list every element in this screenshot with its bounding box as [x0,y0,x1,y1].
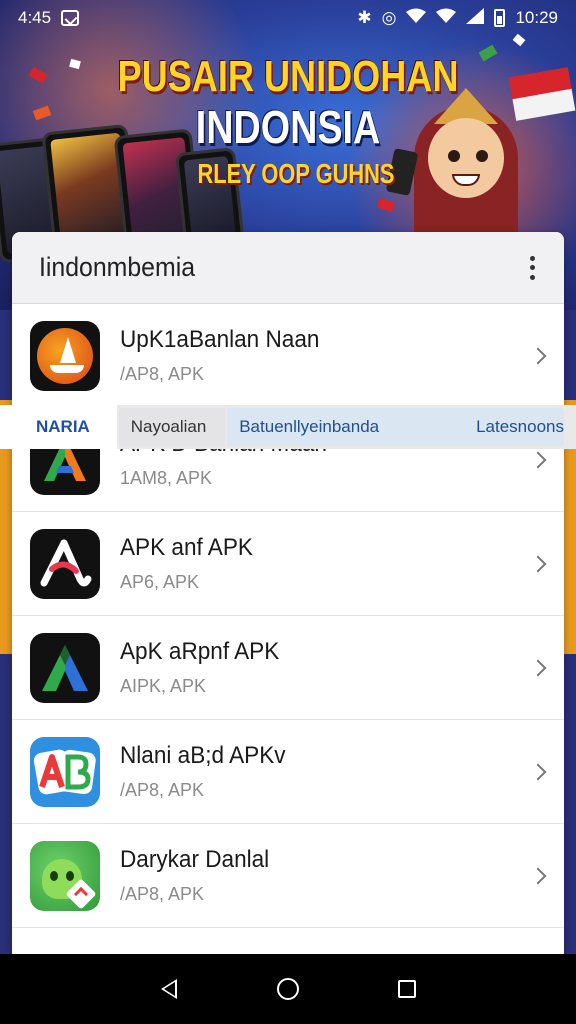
wifi-icon [436,8,457,29]
app-list-card: Iindonmbemia UpK1aBanlan Naan /AP8, APK [12,232,564,954]
app-subtitle: /AP8, APK [120,780,205,800]
home-button[interactable] [268,969,308,1009]
app-list-item[interactable]: APK anf APK AP6, APK [12,512,564,616]
app-subtitle: /AP8, APK [120,364,205,384]
app-list-item[interactable]: UpK1aBanlan Naan /AP8, APK [12,304,564,408]
filter-chip[interactable]: Batuenllyeinbanda [227,408,437,446]
more-vert-icon[interactable] [524,253,540,283]
confetti-decoration [28,66,48,84]
recents-button[interactable] [387,969,427,1009]
battery-icon [494,9,506,27]
status-bar: 4:45 ✱ ◎ 10:29 [0,0,576,36]
app-name: UpK1aBanlan Naan [120,326,320,353]
app-name: Darykar Danlal [120,846,270,873]
app-list-item[interactable]: ApK aRpnf APK AIPK, APK [12,616,564,720]
bluetooth-icon: ✱ [357,8,372,27]
category-filter-bar: NARIA Nayoalian Batuenllyeinbanda Latesn… [0,405,576,449]
android-app-icon [30,840,100,911]
app-subtitle: /AP8, APK [120,884,205,904]
app-subtitle: AIPK, APK [120,676,207,696]
back-button[interactable] [149,969,189,1009]
status-time-left: 4:45 [18,8,52,27]
ab-app-icon [30,736,100,807]
banner-headline-country: INDONSIA [195,101,381,153]
wifi-icon [406,8,427,29]
sailboat-app-icon [30,320,100,391]
banner-headline: PUSAIR UNIDOHAN [117,52,459,101]
app-list-item[interactable]: Darykar Danlal /AP8, APK [12,824,564,928]
green-blue-a-app-icon [30,632,100,703]
app-subtitle: AP6, APK [120,572,200,592]
card-header: Iindonmbemia [12,232,564,304]
status-time-right: 10:29 [515,8,558,27]
back-icon [161,979,178,999]
white-a-app-icon [30,528,100,599]
page-title: Iindonmbemia [39,252,196,282]
filter-chip[interactable]: Nayoalian [118,408,226,446]
recents-icon [397,980,416,998]
app-name: APK anf APK [120,534,253,561]
filter-chip[interactable]: Latesnoons [436,408,564,446]
app-name: Nlani aB;d APKv [120,742,286,769]
app-list: UpK1aBanlan Naan /AP8, APK APK D Banian … [12,304,564,928]
signal-icon [466,7,485,29]
banner-tagline: RLEY OOP GUHNS [197,158,395,189]
notification-icon [61,10,80,26]
app-subtitle: 1AM8, APK [120,468,213,488]
filter-label: NARIA [0,405,117,449]
app-list-item[interactable]: Nlani aB;d APKv /AP8, APK [12,720,564,824]
home-icon [276,978,299,1000]
data-saver-icon: ◎ [381,8,397,27]
system-nav-bar [0,954,576,1024]
app-name: ApK aRpnf APK [120,638,280,665]
confetti-decoration [32,105,52,121]
